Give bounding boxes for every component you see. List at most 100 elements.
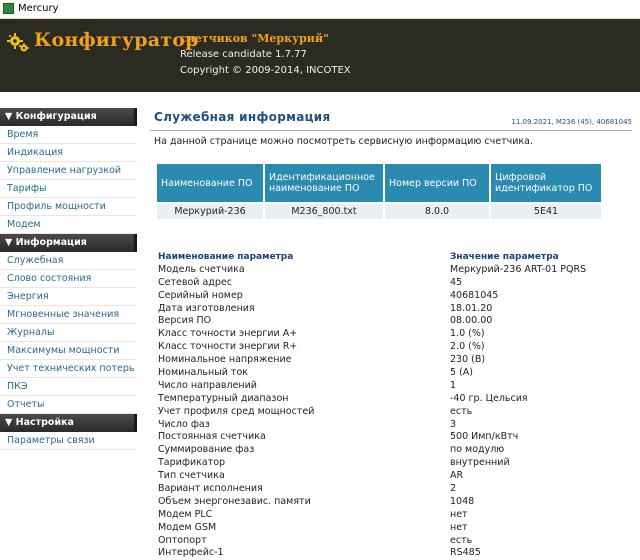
param-name: Суммирование фаз [158,444,255,456]
list-item: Оптопорт есть [158,535,628,548]
list-item: Дата изготовления 18.01.20 [158,303,628,316]
params-list: Наименование параметра Значение параметр… [158,251,628,560]
param-value: по модулю [450,444,505,456]
params-header: Наименование параметра Значение параметр… [158,251,628,264]
sidebar-item-power-profile[interactable]: Профиль мощности [0,198,137,216]
param-value: есть [450,534,473,546]
list-item: Температурный диапазон -40 гр. Цельсия [158,393,628,406]
sidebar-item-instant-values[interactable]: Мгновенные значения [0,306,137,324]
sidebar-item-time[interactable]: Время [0,126,137,144]
param-name: Объем энергонезавис. памяти [158,495,311,507]
sidebar-item-connection-params[interactable]: Параметры связи [0,432,137,450]
list-item: Интерфейс-1 RS485 [158,547,628,560]
sidebar-item-load-control[interactable]: Управление нагрузкой [0,162,137,180]
release-version: Release candidate 1.7.77 [180,49,307,60]
copyright: Copyright © 2009-2014, INCOTEX [180,65,351,76]
list-item: Число фаз 3 [158,419,628,432]
sidebar-section-settings[interactable]: ▼ Настройка [0,414,137,432]
param-value: 230 (В) [450,354,486,366]
list-item: Вариант исполнения 2 [158,483,628,496]
table-row: Меркурий-236 M236_800.txt 8.0.0 5E41 [157,204,601,219]
sidebar-item-service[interactable]: Служебная [0,252,137,270]
app-icon [3,3,14,14]
app-brand: Конфигуратор [34,29,199,51]
sidebar-item-technical-losses[interactable]: Учет технических потерь [0,360,137,378]
list-item: Класс точности энергии A+ 1.0 (%) [158,328,628,341]
param-value: 2 [450,483,457,495]
params-value-header: Значение параметра [450,252,559,262]
param-name: Тарификатор [158,457,226,469]
param-value: 08.00.00 [450,315,493,327]
sidebar-item-logs[interactable]: Журналы [0,324,137,342]
list-item: Модем GSM нет [158,522,628,535]
list-item: Номинальный ток 5 (А) [158,367,628,380]
sidebar-item-pke[interactable]: ПКЭ [0,378,137,396]
sidebar-item-power-maximums[interactable]: Максимумы мощности [0,342,137,360]
param-name: Серийный номер [158,289,243,301]
title-divider [150,130,632,131]
param-name: Номинальный ток [158,367,248,379]
param-value: AR [450,470,464,482]
param-name: Модем PLC [158,508,213,520]
table-header: Номер версии ПО [385,164,489,202]
window-title: Mercury [18,3,59,14]
param-name: Версия ПО [158,315,212,327]
sidebar-item-reports[interactable]: Отчеты [0,396,137,414]
table-cell: 5E41 [491,204,601,219]
param-value: нет [450,521,468,533]
sidebar-item-energy[interactable]: Энергия [0,288,137,306]
param-name: Вариант исполнения [158,483,263,495]
list-item: Тип счетчика AR [158,470,628,483]
table-cell: M236_800.txt [265,204,383,219]
sidebar-section-information[interactable]: ▼ Информация [0,234,137,252]
param-name: Число фаз [158,418,210,430]
list-item: Модель счетчика Меркурий-236 ART-01 PQRS [158,264,628,277]
param-value: 500 Имп/кВтч [450,431,519,443]
param-name: Учет профиля сред мощностей [158,405,315,417]
param-value: 1.0 (%) [450,328,485,340]
param-name: Класс точности энергии R+ [158,341,298,353]
param-value: 18.01.20 [450,302,493,314]
param-name: Постоянная счетчика [158,431,266,443]
software-table: Наименование ПО Идентификационное наимен… [155,162,603,221]
list-item: Учет профиля сред мощностей есть [158,406,628,419]
sidebar-item-tariffs[interactable]: Тарифы [0,180,137,198]
sidebar-item-status-word[interactable]: Слово состояния [0,270,137,288]
table-header: Цифровой идентификатор ПО [491,164,601,202]
app-subtitle: счетчиков "Меркурий" [180,32,329,45]
list-item: Класс точности энергии R+ 2.0 (%) [158,341,628,354]
sidebar-section-configuration[interactable]: ▼ Конфигурация [0,108,137,126]
list-item: Версия ПО 08.00.00 [158,315,628,328]
table-header: Наименование ПО [157,164,263,202]
params-name-header: Наименование параметра [158,252,294,262]
sidebar-item-modem[interactable]: Модем [0,216,137,234]
param-value: 1048 [450,495,475,507]
param-value: Меркурий-236 ART-01 PQRS [450,263,587,275]
device-meta: 11.09.2021, M236 (45), 40681045 [511,118,632,126]
list-item: Постоянная счетчика 500 Имп/кВтч [158,431,628,444]
param-value: -40 гр. Цельсия [450,392,528,404]
param-value: 45 [450,276,463,288]
sidebar: ▼ Конфигурация Время Индикация Управлени… [0,108,137,450]
list-item: Суммирование фаз по модулю [158,444,628,457]
table-cell: Меркурий-236 [157,204,263,219]
list-item: Модем PLC нет [158,509,628,522]
page-title: Служебная информация [154,110,331,124]
param-name: Температурный диапазон [158,392,289,404]
param-value: внутренний [450,457,510,469]
list-item: Объем энергонезавис. памяти 1048 [158,496,628,509]
param-value: есть [450,405,473,417]
list-item: Число направлений 1 [158,380,628,393]
param-name: Сетевой адрес [158,276,232,288]
sidebar-item-indication[interactable]: Индикация [0,144,137,162]
table-header-row: Наименование ПО Идентификационное наимен… [157,164,601,202]
param-name: Число направлений [158,379,257,391]
list-item: Номинальное напряжение 230 (В) [158,354,628,367]
param-value: 40681045 [450,289,499,301]
list-item: Серийный номер 40681045 [158,290,628,303]
list-item: Тарификатор внутренний [158,457,628,470]
param-name: Интерфейс-1 [158,547,224,559]
param-name: Модем GSM [158,521,217,533]
param-name: Тип счетчика [158,470,225,482]
window-title-bar: Mercury [0,0,640,19]
